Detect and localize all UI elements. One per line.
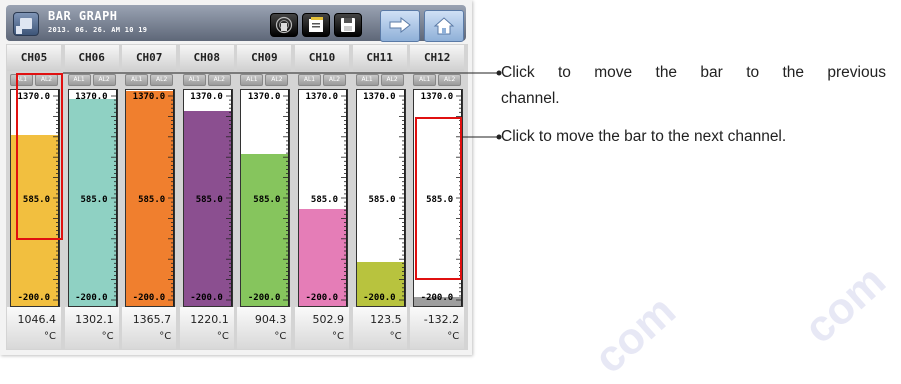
next-annotation: Click to move the bar to the next channe…	[501, 128, 787, 145]
prev-annotation-line1: Click to move the bar to the previous	[501, 64, 886, 81]
prev-annotation-line2: channel.	[501, 90, 560, 107]
annotation-leaders	[63, 70, 502, 140]
